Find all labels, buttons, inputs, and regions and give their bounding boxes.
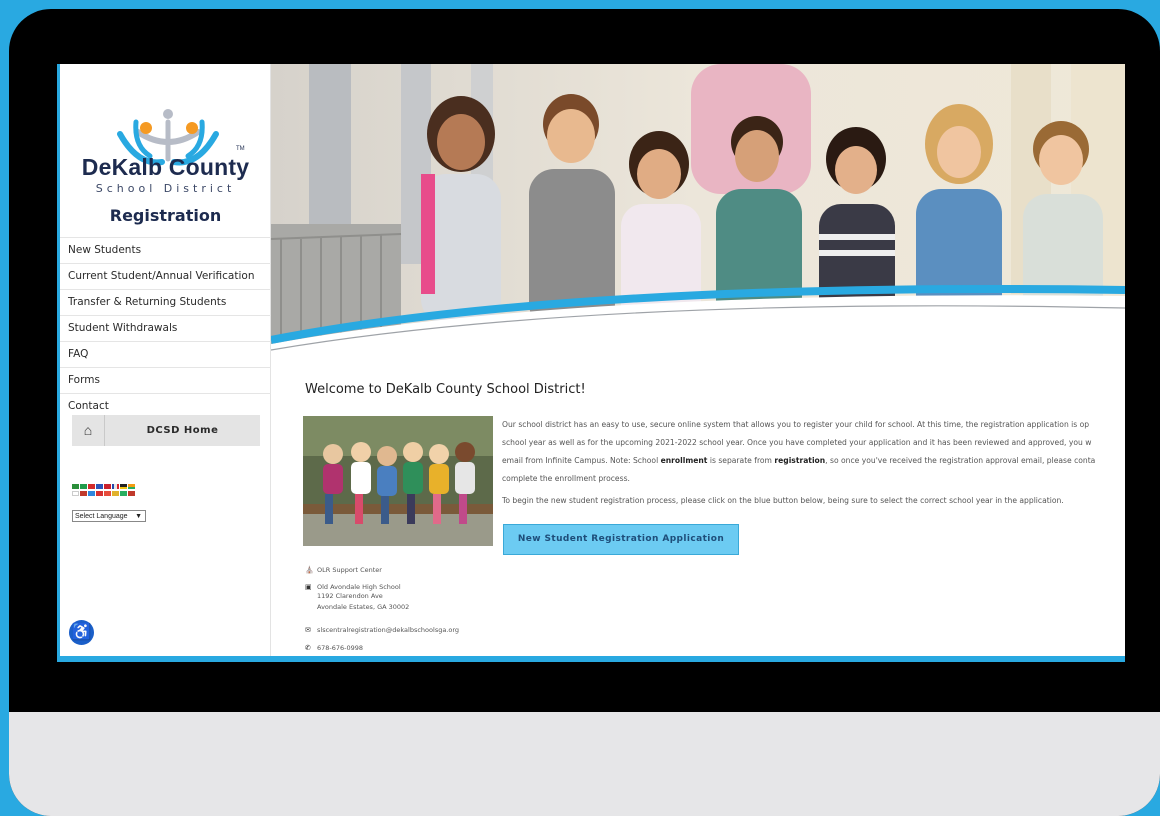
flag-icon[interactable] (80, 484, 87, 489)
sidebar: TM DeKalb County School District Registr… (57, 64, 271, 656)
address-row: ▣ Old Avondale High School 1192 Clarendon… (305, 583, 409, 613)
email-row: ✉ slscentralregistration@dekalbschoolsga.… (305, 626, 459, 634)
flag-icon[interactable] (96, 491, 103, 496)
intro-segment: , so once you've received the registrati… (825, 456, 1096, 465)
flag-icon[interactable] (112, 491, 119, 496)
email-link[interactable]: slscentralregistration@dekalbschoolsga.o… (317, 626, 459, 634)
phone-icon: ✆ (305, 644, 311, 652)
instructions-text: To begin the new student registration pr… (502, 496, 1064, 505)
page-title: Registration (109, 206, 222, 225)
flag-icon[interactable] (120, 491, 127, 496)
monitor-chin (9, 712, 1160, 816)
flag-icon[interactable] (72, 484, 79, 489)
address-line-3: Avondale Estates, GA 30002 (317, 603, 410, 611)
sidebar-nav: New Students Current Student/Annual Veri… (60, 237, 271, 419)
nav-item-new-students[interactable]: New Students (60, 237, 271, 263)
chevron-down-icon: ▼ (135, 513, 142, 520)
nav-item-transfer-returning[interactable]: Transfer & Returning Students (60, 289, 271, 315)
intro-text: Our school district has an easy to use, … (502, 416, 1125, 510)
kids-photo (303, 416, 493, 546)
intro-line: complete the enrollment process. (502, 474, 630, 483)
intro-segment: is separate from (707, 456, 775, 465)
address-line-2: 1192 Clarendon Ave (317, 592, 383, 600)
intro-bold-enrollment: enrollment (660, 456, 708, 465)
intro-line: school year as well as for the upcoming … (502, 438, 1092, 447)
dcsd-home-label: DCSD Home (146, 425, 219, 436)
nav-item-forms[interactable]: Forms (60, 367, 271, 393)
nav-item-annual-verification[interactable]: Current Student/Annual Verification (60, 263, 271, 289)
envelope-icon: ✉ (305, 626, 311, 634)
language-select-value: Select Language (75, 513, 128, 520)
flag-icon[interactable] (88, 484, 95, 489)
flag-icon[interactable] (80, 491, 87, 496)
flag-icon[interactable] (120, 484, 127, 489)
intro-line: Our school district has an easy to use, … (502, 420, 1090, 429)
support-center-name: OLR Support Center (317, 566, 382, 574)
flag-icon[interactable] (72, 491, 79, 496)
monitor-frame: TM DeKalb County School District Registr… (9, 9, 1160, 816)
flag-icon[interactable] (104, 484, 111, 489)
language-flags (72, 484, 162, 498)
phone-number[interactable]: 678-676-0998 (317, 644, 363, 652)
new-student-registration-button[interactable]: New Student Registration Application (503, 524, 739, 555)
support-center-row: ⛪ OLR Support Center (305, 566, 382, 574)
intro-segment: email from Infinite Campus. Note: School (502, 456, 661, 465)
hero-banner (271, 64, 1125, 354)
flag-icon[interactable] (128, 484, 135, 489)
intro-bold-registration: registration (774, 456, 826, 465)
welcome-heading: Welcome to DeKalb County School District… (305, 382, 586, 397)
nav-item-withdrawals[interactable]: Student Withdrawals (60, 315, 271, 341)
flag-icon[interactable] (112, 484, 119, 489)
trademark-mark: TM (236, 146, 245, 152)
flag-icon[interactable] (104, 491, 111, 496)
flag-icon[interactable] (96, 484, 103, 489)
dcsd-home-button[interactable]: ⌂ DCSD Home (72, 415, 260, 446)
accessibility-icon[interactable]: ♿ (69, 620, 94, 645)
school-icon: ▣ (305, 583, 312, 591)
flag-icon[interactable] (88, 491, 95, 496)
brand-name: DeKalb County (81, 154, 250, 180)
language-select[interactable]: Select Language ▼ (72, 510, 146, 522)
nav-item-faq[interactable]: FAQ (60, 341, 271, 367)
building-icon: ⛪ (305, 566, 314, 574)
intro-line: email from Infinite Campus. Note: School… (502, 452, 1125, 470)
footer-accent-bar (57, 656, 1125, 662)
address-line-1: Old Avondale High School (317, 583, 401, 591)
browser-screen: TM DeKalb County School District Registr… (57, 64, 1125, 662)
home-icon: ⌂ (72, 415, 105, 446)
phone-row: ✆ 678-676-0998 (305, 644, 363, 652)
flag-icon[interactable] (128, 491, 135, 496)
brand-subtitle: School District (95, 182, 236, 195)
